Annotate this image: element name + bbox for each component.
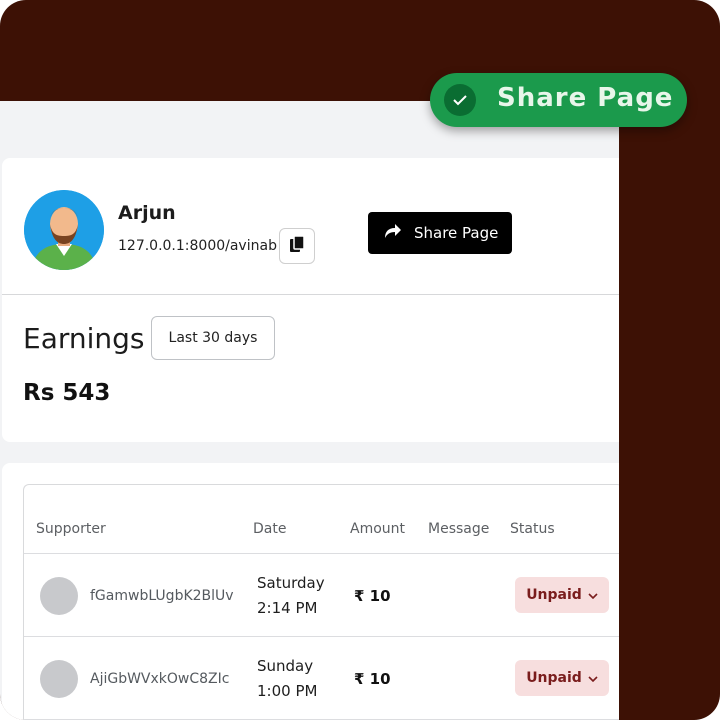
header-supporter: Supporter	[36, 521, 106, 537]
supporters-table: Supporter Date Amount Message Status fGa…	[23, 484, 619, 720]
profile-name: Arjun	[118, 202, 176, 224]
share-page-label: Share Page	[414, 224, 499, 242]
copy-icon	[289, 235, 305, 257]
row-date: Sunday 1:00 PM	[257, 654, 317, 704]
earnings-title: Earnings	[23, 322, 145, 355]
row-day: Sunday	[257, 657, 314, 675]
status-label: Unpaid	[526, 670, 582, 686]
status-dropdown[interactable]: Unpaid	[515, 660, 609, 696]
supporter-avatar	[40, 577, 78, 615]
avatar	[24, 190, 104, 270]
divider	[2, 294, 619, 295]
chevron-down-icon	[588, 670, 598, 686]
profile-card: Arjun 127.0.0.1:8000/avinab Share Page E…	[2, 158, 619, 442]
row-time: 2:14 PM	[257, 599, 318, 617]
header-amount: Amount	[350, 521, 406, 537]
profile-url: 127.0.0.1:8000/avinab	[118, 238, 277, 254]
row-amount: ₹ 10	[354, 670, 391, 688]
share-page-toast[interactable]: Share Page	[430, 73, 687, 127]
background-frame: Arjun 127.0.0.1:8000/avinab Share Page E…	[0, 0, 720, 720]
share-page-button[interactable]: Share Page	[368, 212, 512, 254]
header-divider	[24, 553, 619, 554]
header-date: Date	[253, 521, 287, 537]
row-amount: ₹ 10	[354, 587, 391, 605]
date-range-button[interactable]: Last 30 days	[151, 316, 275, 360]
supporter-id: AjiGbWVxkOwC8ZIc	[90, 671, 230, 687]
status-dropdown[interactable]: Unpaid	[515, 577, 609, 613]
status-label: Unpaid	[526, 587, 582, 603]
row-date: Saturday 2:14 PM	[257, 571, 325, 621]
toast-label: Share Page	[497, 83, 674, 113]
chevron-down-icon	[588, 587, 598, 603]
header-message: Message	[428, 521, 490, 537]
row-day: Saturday	[257, 574, 325, 592]
share-arrow-icon	[384, 223, 402, 243]
row-time: 1:00 PM	[257, 682, 318, 700]
supporters-card: Supporter Date Amount Message Status fGa…	[2, 463, 619, 720]
dashboard-page: Arjun 127.0.0.1:8000/avinab Share Page E…	[0, 101, 619, 720]
supporter-avatar	[40, 660, 78, 698]
supporter-id: fGamwbLUgbK2BlUv	[90, 588, 234, 604]
copy-url-button[interactable]	[279, 228, 315, 264]
check-icon	[444, 84, 476, 116]
earnings-total: Rs 543	[23, 380, 111, 406]
header-status: Status	[510, 521, 555, 537]
row-divider	[24, 636, 619, 637]
